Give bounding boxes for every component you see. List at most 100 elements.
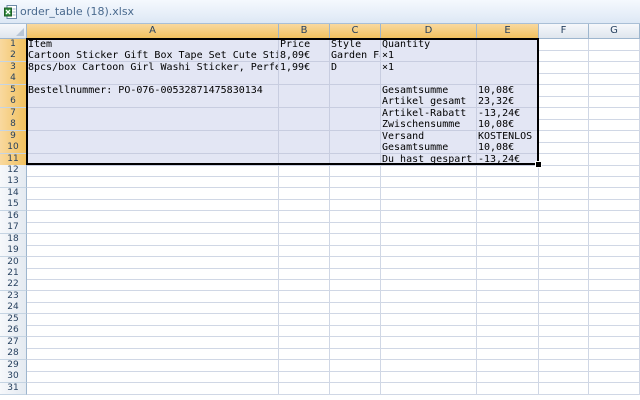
cell-d1[interactable]: Quantity — [381, 39, 477, 51]
cell-e29[interactable] — [477, 359, 539, 372]
cell-g16[interactable] — [589, 210, 640, 223]
cell-d30[interactable] — [381, 371, 477, 384]
cell-e5[interactable]: 10,08€ — [477, 84, 539, 97]
column-header-a[interactable]: A — [27, 24, 279, 39]
cell-g28[interactable] — [589, 348, 640, 361]
cell-g19[interactable] — [589, 245, 640, 258]
cell-c7[interactable] — [330, 107, 381, 120]
cell-c13[interactable] — [330, 176, 381, 189]
cell-c21[interactable] — [330, 268, 381, 280]
cell-f26[interactable] — [539, 325, 589, 338]
cell-a14[interactable] — [27, 187, 279, 200]
cell-b10[interactable] — [279, 142, 330, 155]
cell-c4[interactable] — [330, 73, 381, 86]
cell-e10[interactable]: 10,08€ — [477, 142, 539, 155]
cell-g22[interactable] — [589, 279, 640, 292]
cell-g8[interactable] — [589, 119, 640, 132]
row-header-18[interactable]: 18 — [0, 233, 27, 246]
cell-c18[interactable] — [330, 233, 381, 246]
cell-g6[interactable] — [589, 96, 640, 109]
cell-c19[interactable] — [330, 245, 381, 258]
cell-e3[interactable] — [477, 61, 539, 74]
cell-e26[interactable] — [477, 325, 539, 338]
cell-c23[interactable] — [330, 290, 381, 303]
cell-d26[interactable] — [381, 325, 477, 338]
cell-c31[interactable] — [330, 382, 381, 395]
row-header-31[interactable]: 31 — [0, 382, 27, 395]
cell-f14[interactable] — [539, 187, 589, 200]
cell-f21[interactable] — [539, 268, 589, 280]
cell-a2[interactable]: Cartoon Sticker Gift Box Tape Set Cute S… — [27, 50, 279, 63]
cell-g23[interactable] — [589, 290, 640, 303]
cell-e28[interactable] — [477, 348, 539, 361]
cell-c16[interactable] — [330, 210, 381, 223]
cell-g17[interactable] — [589, 222, 640, 235]
cell-b26[interactable] — [279, 325, 330, 338]
cell-a4[interactable] — [27, 73, 279, 86]
row-header-30[interactable]: 30 — [0, 371, 27, 384]
cell-d31[interactable] — [381, 382, 477, 395]
cell-g12[interactable] — [589, 164, 640, 177]
cell-b29[interactable] — [279, 359, 330, 372]
cell-b28[interactable] — [279, 348, 330, 361]
cell-c22[interactable] — [330, 279, 381, 292]
cell-a18[interactable] — [27, 233, 279, 246]
cell-f3[interactable] — [539, 61, 589, 74]
cell-d21[interactable] — [381, 268, 477, 280]
cell-a1[interactable]: Item — [27, 39, 279, 51]
column-header-f[interactable]: F — [539, 24, 589, 39]
cell-a7[interactable] — [27, 107, 279, 120]
cell-f18[interactable] — [539, 233, 589, 246]
cell-f4[interactable] — [539, 73, 589, 86]
cell-d18[interactable] — [381, 233, 477, 246]
cell-b7[interactable] — [279, 107, 330, 120]
cell-e12[interactable] — [477, 164, 539, 177]
cell-e19[interactable] — [477, 245, 539, 258]
cell-a25[interactable] — [27, 313, 279, 326]
row-header-7[interactable]: 7 — [0, 107, 27, 120]
cell-a29[interactable] — [27, 359, 279, 372]
cell-g1[interactable] — [589, 39, 640, 51]
cell-g30[interactable] — [589, 371, 640, 384]
fill-handle[interactable] — [535, 160, 542, 168]
cell-a6[interactable] — [27, 96, 279, 109]
row-header-25[interactable]: 25 — [0, 313, 27, 326]
cell-b22[interactable] — [279, 279, 330, 292]
cell-f27[interactable] — [539, 336, 589, 349]
cell-c30[interactable] — [330, 371, 381, 384]
column-header-c[interactable]: C — [330, 24, 381, 39]
cell-c20[interactable] — [330, 256, 381, 269]
cell-f29[interactable] — [539, 359, 589, 372]
row-header-6[interactable]: 6 — [0, 96, 27, 109]
cell-b4[interactable] — [279, 73, 330, 86]
cell-c8[interactable] — [330, 119, 381, 132]
row-header-9[interactable]: 9 — [0, 130, 27, 143]
cell-c29[interactable] — [330, 359, 381, 372]
cell-a15[interactable] — [27, 199, 279, 212]
cell-d22[interactable] — [381, 279, 477, 292]
cell-d25[interactable] — [381, 313, 477, 326]
cell-f28[interactable] — [539, 348, 589, 361]
cell-c11[interactable] — [330, 153, 381, 166]
cell-f12[interactable] — [539, 164, 589, 177]
cell-e23[interactable] — [477, 290, 539, 303]
cell-c26[interactable] — [330, 325, 381, 338]
cell-b15[interactable] — [279, 199, 330, 212]
cell-c1[interactable]: Style — [330, 39, 381, 51]
cell-b16[interactable] — [279, 210, 330, 223]
cell-b19[interactable] — [279, 245, 330, 258]
cell-b23[interactable] — [279, 290, 330, 303]
cell-g13[interactable] — [589, 176, 640, 189]
cell-f2[interactable] — [539, 50, 589, 63]
cell-d11[interactable]: Du hast gespart — [381, 153, 477, 166]
row-header-22[interactable]: 22 — [0, 279, 27, 292]
cell-d4[interactable] — [381, 73, 477, 86]
cell-d20[interactable] — [381, 256, 477, 269]
row-header-20[interactable]: 20 — [0, 256, 27, 269]
row-header-12[interactable]: 12 — [0, 164, 27, 177]
cell-a31[interactable] — [27, 382, 279, 395]
cell-a19[interactable] — [27, 245, 279, 258]
cell-c6[interactable] — [330, 96, 381, 109]
cell-b21[interactable] — [279, 268, 330, 280]
cell-e16[interactable] — [477, 210, 539, 223]
